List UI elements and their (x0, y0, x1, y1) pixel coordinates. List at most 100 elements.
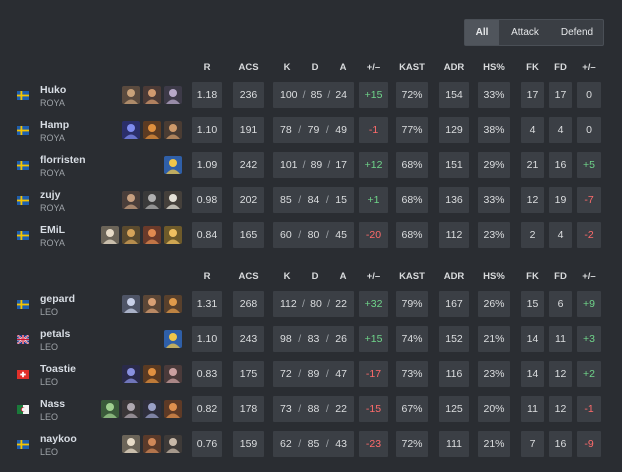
player-name-link[interactable]: EMiL (40, 224, 65, 236)
header-hs[interactable]: HS% (478, 62, 510, 73)
player-row: Toastie LEO 0.83 175 72 / 89 / 47 -17 73% 116 23% 14 1… (0, 361, 622, 396)
header-kast[interactable]: KAST (396, 271, 428, 282)
agent-a-icon[interactable] (122, 86, 140, 104)
fd-value: 4 (557, 229, 564, 241)
kast-value: 77% (401, 124, 423, 136)
player-team-tag: LEO (40, 307, 59, 317)
header-kast[interactable]: KAST (396, 62, 428, 73)
agents-played (122, 365, 182, 383)
agent-t-icon[interactable] (164, 365, 182, 383)
agent-f-icon[interactable] (164, 121, 182, 139)
agents-played (164, 156, 182, 174)
header-acs[interactable]: ACS (233, 62, 264, 73)
header-assists[interactable]: A (331, 271, 355, 282)
player-name-link[interactable]: petals (40, 328, 70, 340)
fk-diff-value: -7 (584, 194, 594, 206)
header-fd[interactable]: FD (549, 62, 572, 73)
header-deaths[interactable]: D (303, 271, 327, 282)
agent-w-icon[interactable] (143, 400, 161, 418)
agent-j-icon[interactable] (164, 191, 182, 209)
adr-value: 111 (446, 438, 462, 450)
kda-cell: 98 / 83 / 26 (273, 326, 354, 352)
header-fk[interactable]: FK (521, 62, 544, 73)
agent-s-icon[interactable] (143, 365, 161, 383)
assists-value: 43 (335, 438, 347, 450)
acs-cell: 175 (233, 361, 264, 387)
agent-x-icon[interactable] (164, 400, 182, 418)
fd-value: 6 (557, 298, 564, 310)
fk-value: 14 (526, 333, 539, 345)
header-kd-diff[interactable]: +/– (359, 271, 388, 282)
fd-value: 16 (554, 438, 567, 450)
flag-sweden-icon (17, 161, 29, 170)
kd-diff-value: +12 (364, 159, 383, 171)
kast-cell: 72% (396, 431, 428, 457)
player-name-link[interactable]: zujy (40, 189, 60, 201)
agent-r-icon[interactable] (122, 365, 140, 383)
agent-p-icon[interactable] (143, 295, 161, 313)
filter-defend-button[interactable]: Defend (551, 20, 603, 45)
agent-q-icon[interactable] (164, 295, 182, 313)
agent-y-icon[interactable] (143, 435, 161, 453)
header-adr[interactable]: ADR (439, 62, 469, 73)
deaths-value: 83 (307, 333, 320, 345)
r-value: 0.83 (196, 368, 218, 380)
agent-d-icon[interactable] (122, 121, 140, 139)
player-name-link[interactable]: naykoo (40, 433, 77, 445)
agent-m-icon[interactable] (143, 226, 161, 244)
header-fk-diff[interactable]: +/– (577, 271, 601, 282)
header-acs[interactable]: ACS (233, 271, 264, 282)
player-name-link[interactable]: florristen (40, 154, 86, 166)
header-assists[interactable]: A (331, 62, 355, 73)
fk-value: 17 (526, 89, 539, 101)
header-hs[interactable]: HS% (478, 271, 510, 282)
player-name-link[interactable]: gepard (40, 293, 75, 305)
agent-k-icon[interactable] (122, 435, 140, 453)
kda-cell: 101 / 89 / 17 (273, 152, 354, 178)
kast-cell: 79% (396, 291, 428, 317)
header-kd-diff[interactable]: +/– (359, 62, 388, 73)
fk-diff-cell: +5 (577, 152, 601, 178)
header-fd[interactable]: FD (549, 271, 572, 282)
agent-v-icon[interactable] (122, 400, 140, 418)
player-name-link[interactable]: Toastie (40, 363, 76, 375)
agent-h-icon[interactable] (122, 191, 140, 209)
hs-value: 29% (483, 159, 505, 171)
header-kills[interactable]: K (275, 271, 299, 282)
header-adr[interactable]: ADR (439, 271, 469, 282)
agent-l-icon[interactable] (122, 226, 140, 244)
fk-diff-value: +2 (583, 368, 595, 380)
agent-u-icon[interactable] (101, 400, 119, 418)
agent-c-icon[interactable] (164, 86, 182, 104)
adr-value: 151 (445, 159, 463, 171)
agent-o-icon[interactable] (122, 295, 140, 313)
filter-attack-button[interactable]: Attack (499, 20, 551, 45)
player-team-tag: ROYA (40, 98, 65, 108)
agent-n-icon[interactable] (164, 226, 182, 244)
agent-b-icon[interactable] (143, 86, 161, 104)
fk-diff-value: -9 (584, 438, 594, 450)
agent-i-icon[interactable] (143, 191, 161, 209)
agents-played (122, 191, 182, 209)
header-fk[interactable]: FK (521, 271, 544, 282)
acs-value: 178 (239, 403, 258, 415)
agent-g-icon[interactable] (164, 156, 182, 174)
player-name-link[interactable]: Nass (40, 398, 65, 410)
acs-cell: 243 (233, 326, 264, 352)
agent-g-icon[interactable] (164, 330, 182, 348)
agent-e-icon[interactable] (143, 121, 161, 139)
header-rating[interactable]: R (192, 271, 222, 282)
header-deaths[interactable]: D (303, 62, 327, 73)
header-kills[interactable]: K (275, 62, 299, 73)
header-fk-diff[interactable]: +/– (577, 62, 601, 73)
r-value: 1.09 (196, 159, 218, 171)
player-team-tag: LEO (40, 447, 59, 457)
agent-k-icon[interactable] (101, 226, 119, 244)
fk-diff-cell: +9 (577, 291, 601, 317)
player-name-link[interactable]: Hamp (40, 119, 69, 131)
agent-z-icon[interactable] (164, 435, 182, 453)
kast-value: 74% (401, 333, 423, 345)
header-rating[interactable]: R (192, 62, 222, 73)
filter-all-button[interactable]: All (465, 20, 499, 45)
player-name-link[interactable]: Huko (40, 84, 66, 96)
